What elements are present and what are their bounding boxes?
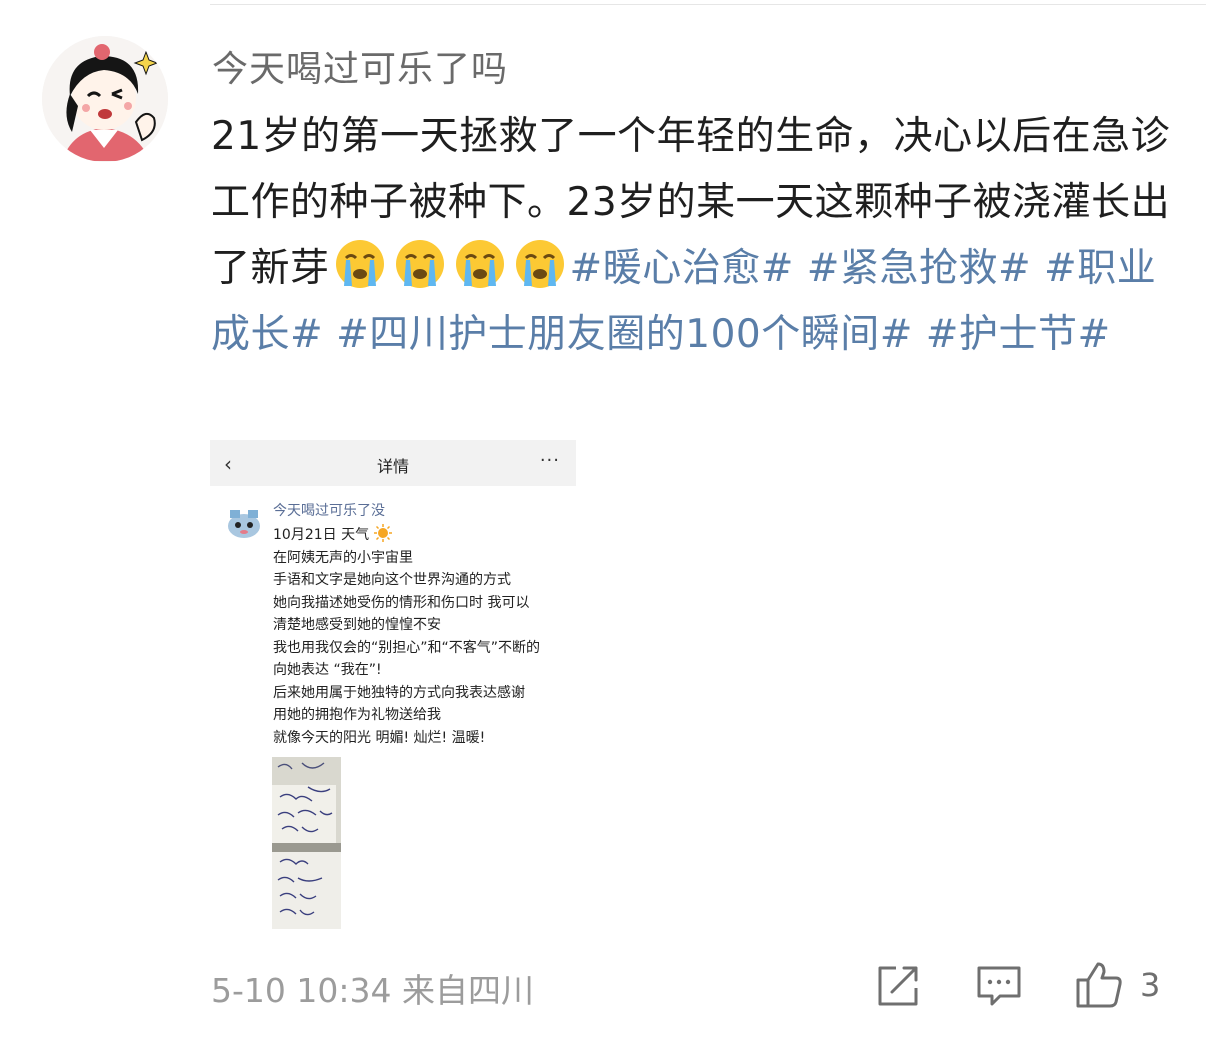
share-icon[interactable] — [874, 960, 924, 1010]
shot-line: 后来她用属于她独特的方式向我表达感谢 — [273, 684, 525, 701]
shot-avatar-icon — [228, 510, 260, 538]
post-text: 21岁的第一天拯救了一个年轻的生命，决心以后在急诊工作的种子被种下。23岁的某一… — [211, 104, 1171, 368]
shot-text: 10月21日 天气 在阿姨无声的小宇宙里 手语和文字是她向这个世界沟通的方式 她… — [273, 524, 540, 749]
shot-line: 在阿姨无声的小宇宙里 — [273, 549, 413, 566]
shot-date: 10月21日 天气 — [273, 527, 370, 543]
more-icon: ··· — [539, 450, 560, 471]
loudly-crying-face-icon — [515, 240, 564, 288]
loudly-crying-face-icon — [455, 240, 504, 288]
handwritten-note-photo — [272, 852, 341, 929]
like-icon[interactable] — [1074, 960, 1124, 1010]
hashtag-link[interactable]: #暖心治愈# — [570, 246, 794, 291]
post-username[interactable]: 今天喝过可乐了吗 — [212, 40, 508, 92]
hashtag-link[interactable]: #紧急抢救# — [807, 246, 1031, 291]
post-meta: 5-10 10:34 来自四川 — [211, 971, 534, 1010]
shot-title: 详情 — [376, 457, 409, 476]
hashtag-link[interactable]: #四川护士朋友圈的100个瞬间# — [336, 312, 913, 357]
shot-line: 用她的拥抱作为礼物送给我 — [273, 707, 441, 723]
shot-date-line: 10月21日 天气 — [273, 524, 540, 547]
shot-line: 就像今天的阳光 明媚! 灿烂! 温暖! — [273, 729, 486, 746]
top-divider — [210, 4, 1206, 5]
shot-line: 她向我描述她受伤的情形和伤口时 我可以 — [273, 594, 530, 611]
shot-username: 今天喝过可乐了没 — [273, 503, 385, 519]
user-avatar[interactable] — [42, 36, 168, 162]
attached-image[interactable]: ‹ 详情 ··· 今天喝过可乐了没 10月21日 天气 在阿姨无声的小宇宙里 手… — [210, 440, 576, 934]
shot-header: ‹ 详情 ··· — [210, 440, 576, 486]
shot-line: 清楚地感受到她的惶惶不安 — [273, 617, 441, 633]
shot-line: 向她表达 “我在”! — [273, 662, 382, 678]
sun-icon — [373, 524, 392, 542]
loudly-crying-face-icon — [395, 240, 444, 288]
handwritten-note-photo — [272, 757, 341, 852]
comment-icon[interactable] — [974, 960, 1024, 1010]
loudly-crying-face-icon — [335, 240, 384, 288]
like-count: 3 — [1140, 966, 1161, 1004]
shot-line: 我也用我仅会的“别担心”和“不客气”不断的 — [273, 639, 541, 656]
shot-line: 手语和文字是她向这个世界沟通的方式 — [273, 572, 511, 588]
hashtag-link[interactable]: #护士节# — [926, 312, 1111, 357]
